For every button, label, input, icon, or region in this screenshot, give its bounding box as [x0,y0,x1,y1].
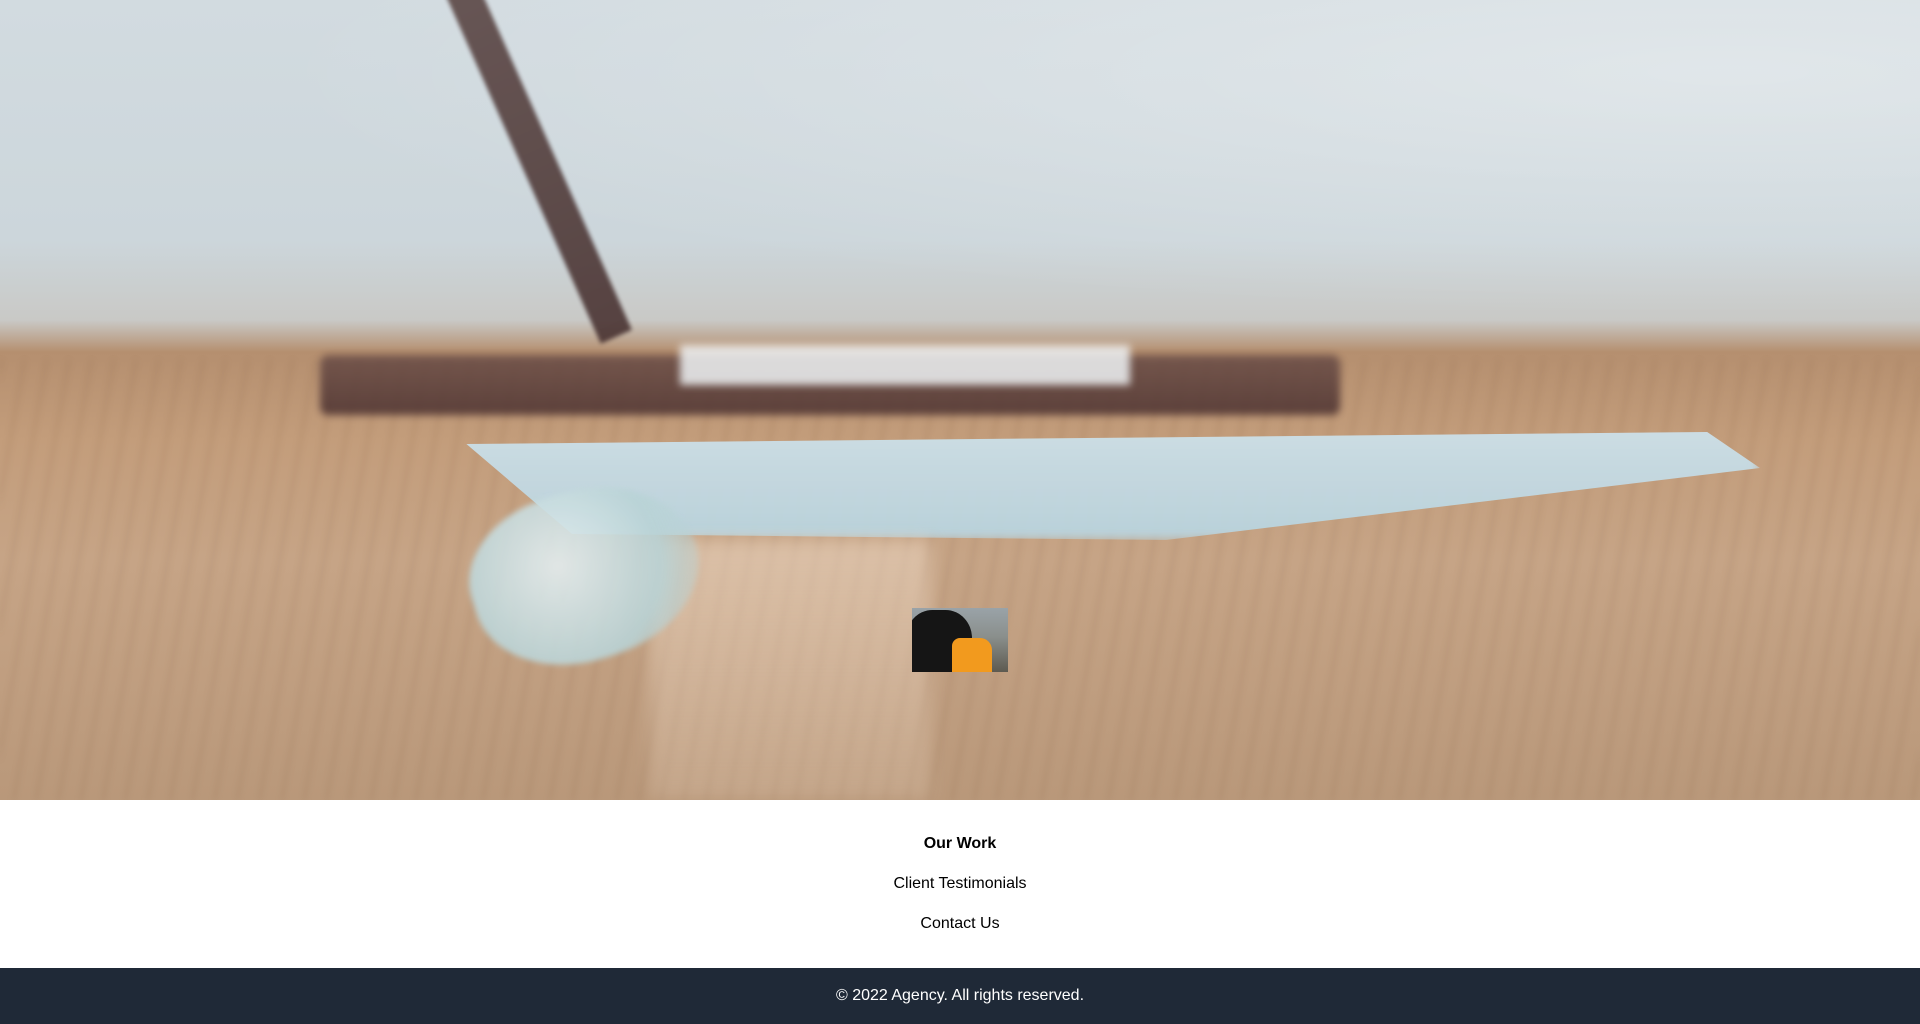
hero-desk-wood [0,360,1920,800]
link-client-testimonials[interactable]: Client Testimonials [0,874,1920,894]
footer: © 2022 Agency. All rights reserved. [0,968,1920,1024]
hero-background-image [0,0,1920,800]
hero-wall-shade [0,0,1920,360]
footer-copyright: © 2022 Agency. All rights reserved. [835,987,1085,1004]
section-links: Our Work Client Testimonials Contact Us [0,800,1920,968]
link-our-work[interactable]: Our Work [0,834,1920,854]
link-contact-us[interactable]: Contact Us [0,914,1920,934]
work-thumbnail-image[interactable] [912,608,1008,672]
hero-laptop-keyboard [680,345,1130,385]
thumbnail-orange-accent [952,638,992,672]
